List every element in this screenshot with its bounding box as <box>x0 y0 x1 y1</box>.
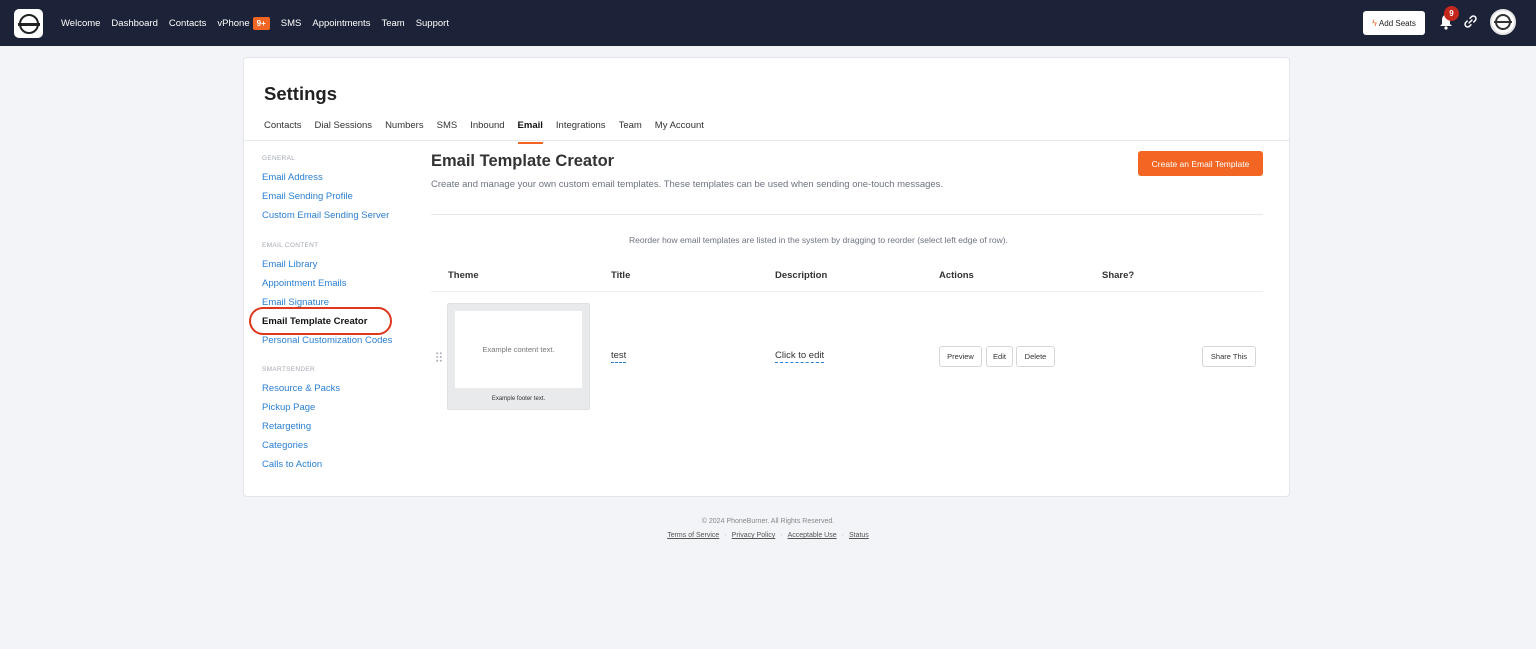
sidebar-heading-email-content: EMAIL CONTENT <box>262 242 319 249</box>
sidebar-item-resource-packs[interactable]: Resource & Packs <box>262 383 340 394</box>
footer-separator: · <box>841 532 844 539</box>
footer-separator: · <box>724 532 727 539</box>
add-seats-label: Add Seats <box>1378 18 1416 28</box>
column-header-description: Description <box>775 270 828 281</box>
user-avatar[interactable] <box>1490 9 1516 35</box>
nav-vphone[interactable]: vPhone 9+ <box>217 16 270 30</box>
section-title: Email Template Creator <box>431 152 615 170</box>
sidebar-item-personal-customization-codes[interactable]: Personal Customization Codes <box>262 335 392 346</box>
top-navigation-bar: Welcome Dashboard Contacts vPhone 9+ SMS… <box>0 0 1536 46</box>
sidebar-item-email-address[interactable]: Email Address <box>262 172 323 183</box>
template-description-editable[interactable]: Click to edit <box>775 350 825 363</box>
lightning-icon: ϟ <box>1372 18 1377 28</box>
vphone-count-badge: 9+ <box>252 16 270 30</box>
notification-count-badge: 9 <box>1444 6 1459 21</box>
column-header-actions: Actions <box>939 270 974 281</box>
theme-thumbnail[interactable]: Example content text. Example footer tex… <box>447 303 590 410</box>
main-nav: Welcome Dashboard Contacts vPhone 9+ SMS… <box>61 0 460 46</box>
share-this-button[interactable]: Share This <box>1202 346 1256 367</box>
nav-support[interactable]: Support <box>416 18 449 29</box>
footer-link-terms-of-service[interactable]: Terms of Service <box>667 532 719 539</box>
edit-button[interactable]: Edit <box>986 346 1013 367</box>
reorder-instructions: Reorder how email templates are listed i… <box>629 235 1008 245</box>
sidebar-heading-general: GENERAL <box>262 155 296 162</box>
theme-footer-preview: Example footer text. <box>491 396 546 402</box>
footer-link-acceptable-use[interactable]: Acceptable Use <box>788 532 837 539</box>
copyright-text: © 2024 PhoneBurner. All Rights Reserved. <box>701 518 835 525</box>
sidebar-item-retargeting[interactable]: Retargeting <box>262 421 311 432</box>
sidebar-item-email-sending-profile[interactable]: Email Sending Profile <box>262 191 353 202</box>
logo-mark-icon <box>17 13 40 34</box>
theme-content-preview: Example content text. <box>455 311 582 388</box>
tabs-divider <box>244 140 1289 141</box>
sidebar-heading-smartsender: SMARTSENDER <box>262 366 316 373</box>
table-header-divider <box>431 291 1263 292</box>
avatar-logo-icon <box>1494 14 1512 30</box>
nav-appointments[interactable]: Appointments <box>312 18 370 29</box>
delete-button[interactable]: Delete <box>1016 346 1055 367</box>
nav-vphone-label: vPhone <box>217 17 250 29</box>
link-icon[interactable] <box>1463 14 1478 29</box>
page-title: Settings <box>264 83 337 104</box>
column-header-share: Share? <box>1102 270 1135 281</box>
preview-button[interactable]: Preview <box>939 346 982 367</box>
nav-contacts[interactable]: Contacts <box>169 18 207 29</box>
sidebar-item-categories[interactable]: Categories <box>262 440 308 451</box>
drag-handle-icon[interactable] <box>436 352 442 362</box>
column-header-theme: Theme <box>448 270 479 281</box>
footer-link-status[interactable]: Status <box>849 532 869 539</box>
sidebar-item-email-library[interactable]: Email Library <box>262 259 317 270</box>
nav-dashboard[interactable]: Dashboard <box>111 18 157 29</box>
create-email-template-button[interactable]: Create an Email Template <box>1138 151 1263 176</box>
section-description: Create and manage your own custom email … <box>431 179 944 190</box>
column-header-title: Title <box>611 270 631 281</box>
section-divider <box>431 214 1263 215</box>
nav-team[interactable]: Team <box>381 18 404 29</box>
nav-sms[interactable]: SMS <box>281 18 302 29</box>
sidebar-item-pickup-page[interactable]: Pickup Page <box>262 402 315 413</box>
phoneburner-logo[interactable] <box>14 9 43 38</box>
template-title-editable[interactable]: test <box>611 350 627 363</box>
sidebar-item-appointment-emails[interactable]: Appointment Emails <box>262 278 346 289</box>
footer-links: Terms of Service · Privacy Policy · Acceptab… <box>0 532 1536 539</box>
highlight-circle <box>249 307 392 335</box>
footer-separator: · <box>780 532 783 539</box>
add-seats-button[interactable]: ϟ Add Seats <box>1363 11 1425 35</box>
sidebar-item-custom-email-sending-server[interactable]: Custom Email Sending Server <box>262 210 389 221</box>
sidebar-item-calls-to-action[interactable]: Calls to Action <box>262 459 322 470</box>
footer-link-privacy-policy[interactable]: Privacy Policy <box>732 532 776 539</box>
nav-welcome[interactable]: Welcome <box>61 18 100 29</box>
settings-card: Settings Contacts Dial Sessions Numbers … <box>243 57 1290 497</box>
